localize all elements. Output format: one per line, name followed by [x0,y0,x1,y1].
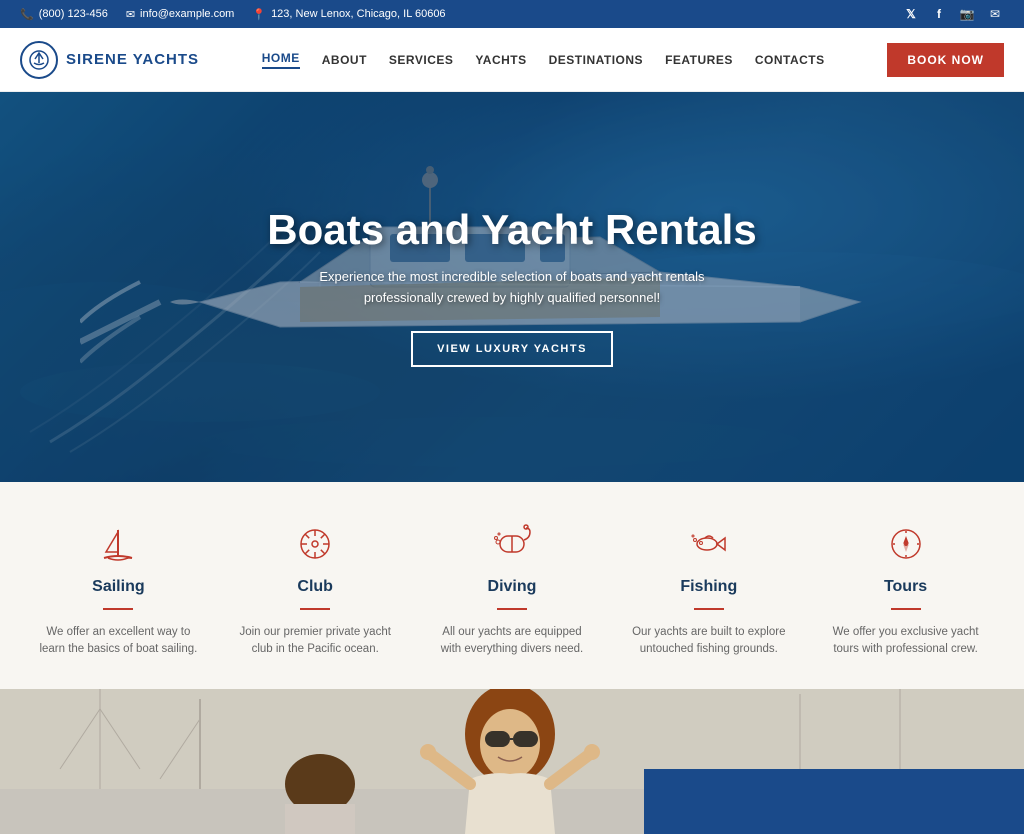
club-desc: Join our premier private yacht club in t… [235,624,395,659]
services-section: Sailing We offer an excellent way to lea… [0,482,1024,689]
tours-desc: We offer you exclusive yacht tours with … [826,624,986,659]
fishing-title: Fishing [680,578,737,596]
nav-features[interactable]: FEATURES [665,53,733,67]
nav-yachts[interactable]: YACHTS [475,53,526,67]
address-info: 📍 123, New Lenox, Chicago, IL 60606 [252,8,445,21]
view-yachts-button[interactable]: VIEW LUXURY YACHTS [411,331,613,367]
blue-bar [644,769,1024,834]
phone-info: 📞 (800) 123-456 [20,8,108,21]
hero-title: Boats and Yacht Rentals [267,207,756,253]
email-icon: ✉ [126,8,135,21]
diving-icon [490,522,534,566]
nav-home[interactable]: HOME [262,51,300,69]
twitter-link[interactable]: 𝕏 [902,5,920,23]
service-diving: Diving All our yachts are equipped with … [432,522,592,659]
sailing-desc: We offer an excellent way to learn the b… [38,624,198,659]
logo-icon [20,41,58,79]
fishing-icon [687,522,731,566]
diving-desc: All our yachts are equipped with everyth… [432,624,592,659]
bottom-photo-section [0,689,1024,834]
phone-number: (800) 123-456 [39,8,108,20]
hero-section: Boats and Yacht Rentals Experience the m… [0,92,1024,482]
book-now-button[interactable]: BOOK NOW [887,43,1004,77]
diving-divider [497,608,527,610]
logo: SIRENE YACHTS [20,41,199,79]
service-sailing: Sailing We offer an excellent way to lea… [38,522,198,659]
club-title: Club [297,578,333,596]
location-icon: 📍 [252,8,266,21]
tours-title: Tours [884,578,927,596]
email-address: info@example.com [140,8,234,20]
header: SIRENE YACHTS HOME ABOUT SERVICES YACHTS… [0,28,1024,92]
tours-divider [891,608,921,610]
nav-contacts[interactable]: CONTACTS [755,53,825,67]
club-divider [300,608,330,610]
top-bar: 📞 (800) 123-456 ✉ info@example.com 📍 123… [0,0,1024,28]
club-icon [293,522,337,566]
instagram-link[interactable]: 📷 [958,5,976,23]
address-text: 123, New Lenox, Chicago, IL 60606 [271,8,446,20]
fishing-desc: Our yachts are built to explore untouche… [629,624,789,659]
diving-title: Diving [488,578,537,596]
facebook-link[interactable]: f [930,5,948,23]
sailing-title: Sailing [92,578,144,596]
sailing-icon [96,522,140,566]
logo-text: SIRENE YACHTS [66,51,199,68]
social-links[interactable]: 𝕏 f 📷 ✉ [902,5,1004,23]
fishing-divider [694,608,724,610]
email-social-link[interactable]: ✉ [986,5,1004,23]
sailing-divider [103,608,133,610]
phone-icon: 📞 [20,8,34,21]
service-fishing: Fishing Our yachts are built to explore … [629,522,789,659]
service-tours: Tours We offer you exclusive yacht tours… [826,522,986,659]
service-club: Club Join our premier private yacht club… [235,522,395,659]
nav-services[interactable]: SERVICES [389,53,453,67]
top-bar-contact-info: 📞 (800) 123-456 ✉ info@example.com 📍 123… [20,8,446,21]
main-nav: HOME ABOUT SERVICES YACHTS DESTINATIONS … [262,51,825,69]
email-info: ✉ info@example.com [126,8,235,21]
nav-about[interactable]: ABOUT [322,53,367,67]
nav-destinations[interactable]: DESTINATIONS [549,53,643,67]
hero-subtitle: Experience the most incredible selection… [302,267,722,309]
tours-icon [884,522,928,566]
hero-content: Boats and Yacht Rentals Experience the m… [247,187,776,387]
